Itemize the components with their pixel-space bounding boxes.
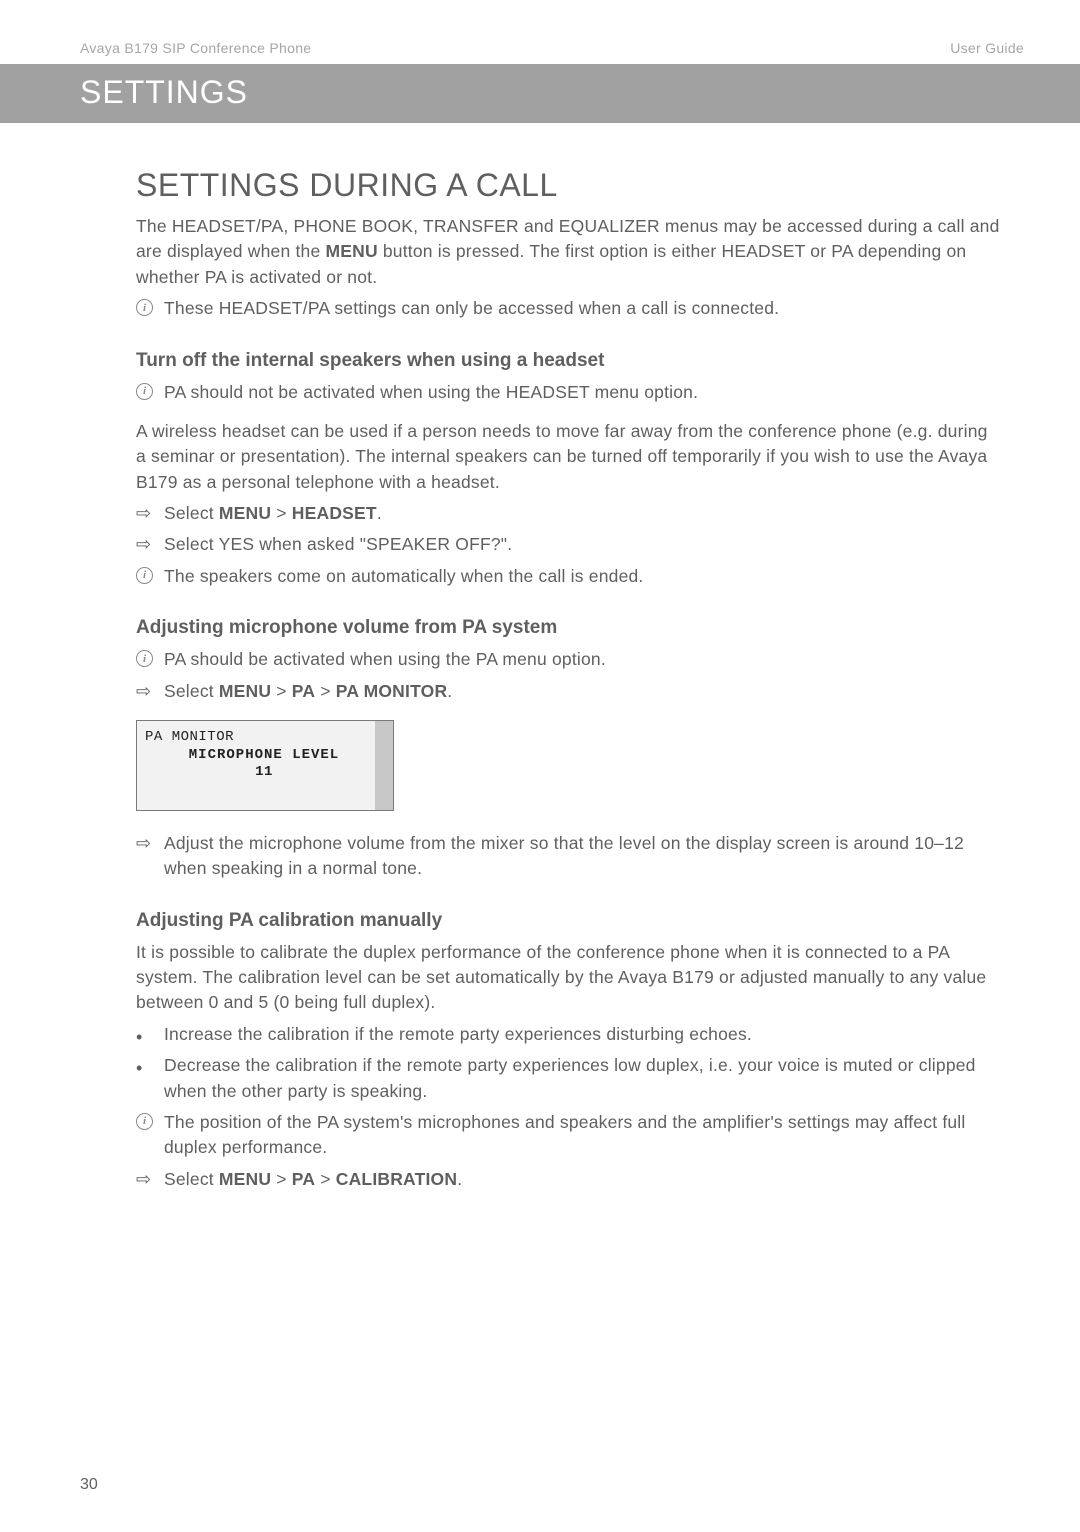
subheading-3: Adjusting PA calibration manually	[136, 910, 1000, 932]
step-text: Select MENU > PA > PA MONITOR.	[164, 679, 1000, 704]
step-row: ⇨ Select MENU > HEADSET.	[136, 501, 1000, 526]
bullet-icon: •	[136, 1053, 164, 1077]
page-number: 30	[80, 1476, 98, 1494]
arrow-icon: ⇨	[136, 532, 164, 553]
section-banner: SETTINGS	[0, 64, 1080, 123]
lcd-display: PA MONITOR MICROPHONE LEVEL 11	[136, 720, 394, 811]
info-text: The speakers come on automatically when …	[164, 564, 1000, 589]
step-row: ⇨ Select MENU > PA > CALIBRATION.	[136, 1167, 1000, 1192]
page: Avaya B179 SIP Conference Phone User Gui…	[0, 0, 1080, 1532]
info-text: PA should be activated when using the PA…	[164, 647, 1000, 672]
bullet-row: • Increase the calibration if the remote…	[136, 1022, 1000, 1047]
info-text: PA should not be activated when using th…	[164, 380, 1000, 405]
info-icon: i	[136, 1110, 164, 1130]
info-row: i These HEADSET/PA settings can only be …	[136, 296, 1000, 321]
info-text: The position of the PA system's micropho…	[164, 1110, 1000, 1161]
step-row: ⇨ Select YES when asked "SPEAKER OFF?".	[136, 532, 1000, 557]
intro-menu-bold: MENU	[325, 241, 377, 261]
content: SETTINGS DURING A CALL The HEADSET/PA, P…	[0, 167, 1080, 1192]
info-row: i PA should not be activated when using …	[136, 380, 1000, 405]
header-left: Avaya B179 SIP Conference Phone	[80, 40, 311, 56]
arrow-icon: ⇨	[136, 501, 164, 522]
info-icon: i	[136, 647, 164, 667]
banner-title: SETTINGS	[80, 74, 1080, 111]
intro-paragraph: The HEADSET/PA, PHONE BOOK, TRANSFER and…	[136, 214, 1000, 290]
step-text: Adjust the microphone volume from the mi…	[164, 831, 1000, 882]
header-right: User Guide	[950, 40, 1024, 56]
info-row: i The speakers come on automatically whe…	[136, 564, 1000, 589]
info-icon: i	[136, 296, 164, 316]
bullet-row: • Decrease the calibration if the remote…	[136, 1053, 1000, 1104]
running-header: Avaya B179 SIP Conference Phone User Gui…	[0, 0, 1080, 56]
step-row: ⇨ Adjust the microphone volume from the …	[136, 831, 1000, 882]
info-row: i The position of the PA system's microp…	[136, 1110, 1000, 1161]
paragraph: A wireless headset can be used if a pers…	[136, 419, 1000, 495]
info-icon: i	[136, 564, 164, 584]
info-text: These HEADSET/PA settings can only be ac…	[164, 296, 1000, 321]
step-text: Select MENU > HEADSET.	[164, 501, 1000, 526]
arrow-icon: ⇨	[136, 1167, 164, 1188]
bullet-text: Decrease the calibration if the remote p…	[164, 1053, 1000, 1104]
bullet-icon: •	[136, 1022, 164, 1046]
lcd-line1: PA MONITOR	[145, 729, 383, 745]
info-row: i PA should be activated when using the …	[136, 647, 1000, 672]
step-row: ⇨ Select MENU > PA > PA MONITOR.	[136, 679, 1000, 704]
step-text: Select YES when asked "SPEAKER OFF?".	[164, 532, 1000, 557]
info-icon: i	[136, 380, 164, 400]
arrow-icon: ⇨	[136, 831, 164, 852]
arrow-icon: ⇨	[136, 679, 164, 700]
subheading-2: Adjusting microphone volume from PA syst…	[136, 617, 1000, 639]
lcd-line3: 11	[145, 764, 383, 780]
step-text: Select MENU > PA > CALIBRATION.	[164, 1167, 1000, 1192]
page-title: SETTINGS DURING A CALL	[136, 167, 1000, 204]
lcd-line2: MICROPHONE LEVEL	[145, 747, 383, 763]
bullet-text: Increase the calibration if the remote p…	[164, 1022, 1000, 1047]
subheading-1: Turn off the internal speakers when usin…	[136, 350, 1000, 372]
paragraph: It is possible to calibrate the duplex p…	[136, 940, 1000, 1016]
